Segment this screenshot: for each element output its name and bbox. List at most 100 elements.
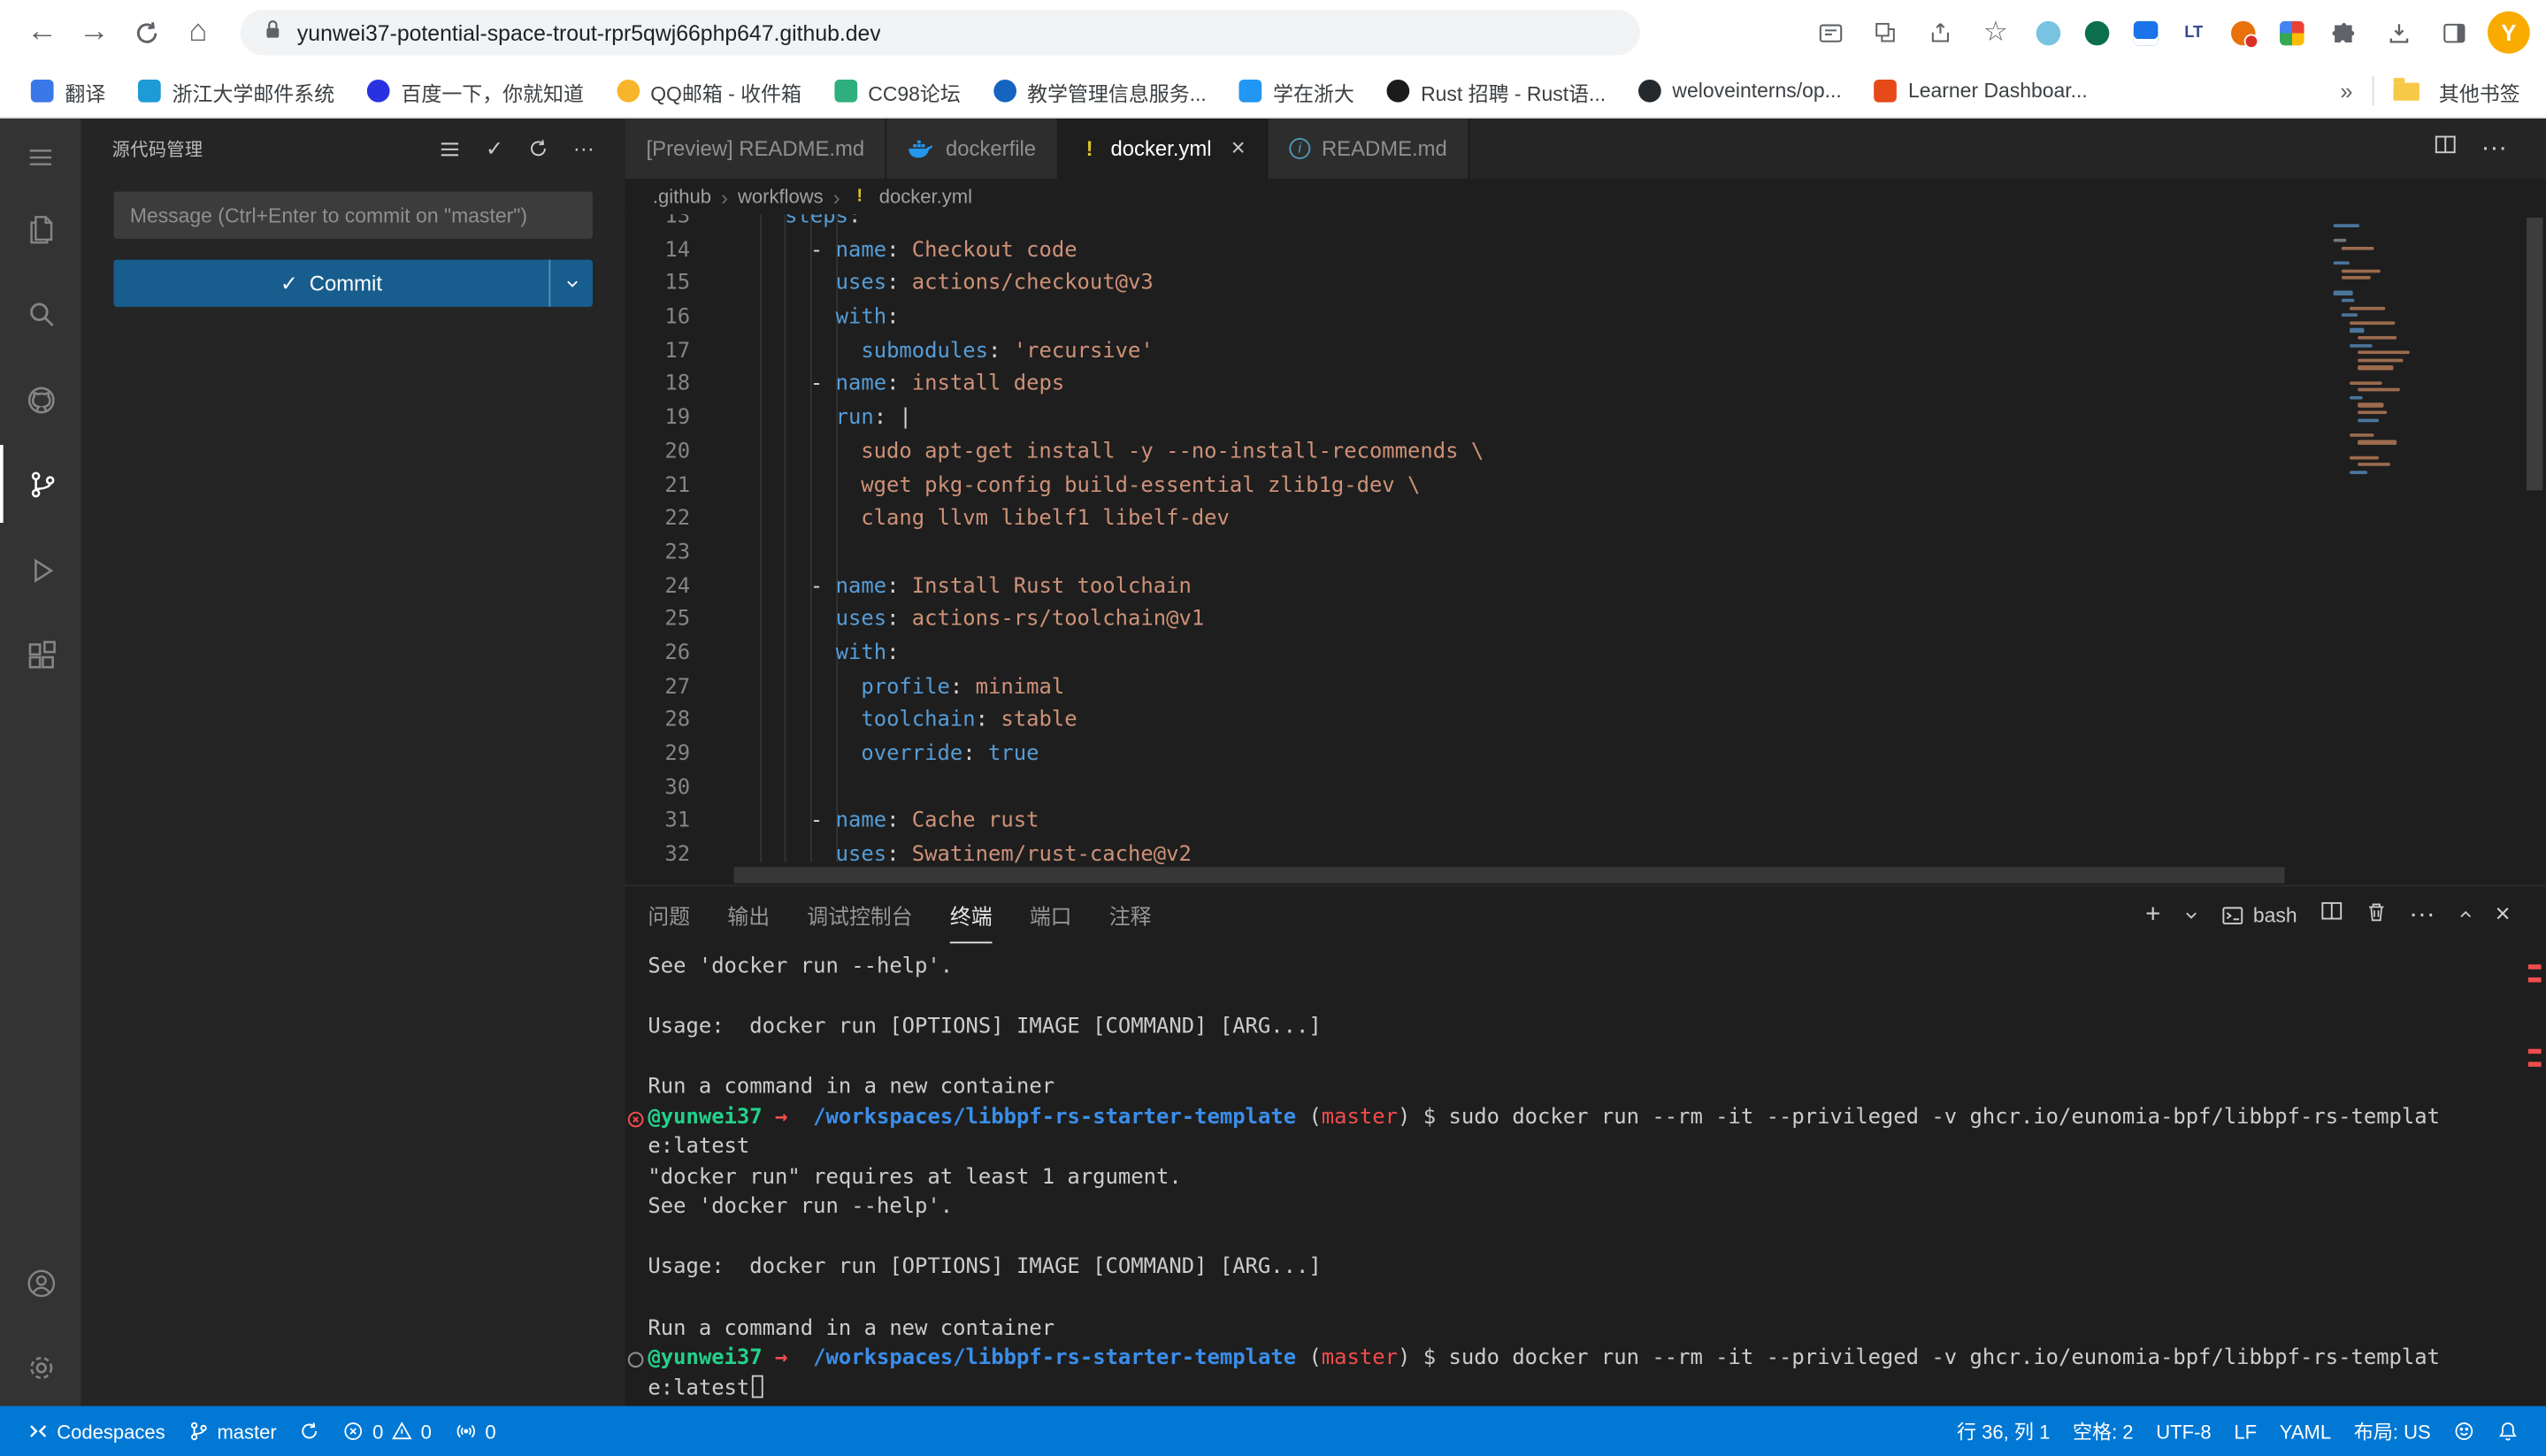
minimap[interactable] bbox=[2325, 224, 2458, 548]
breadcrumb-file[interactable]: docker.yml bbox=[879, 185, 972, 208]
bookmark-item[interactable]: Rust 招聘 - Rust语... bbox=[1372, 71, 1621, 111]
line-number: 25 bbox=[625, 604, 690, 638]
profile-avatar[interactable]: Y bbox=[2488, 11, 2530, 54]
editor-vertical-scrollbar[interactable] bbox=[2527, 218, 2542, 490]
side-panel-icon[interactable] bbox=[2433, 11, 2475, 54]
editor-more-actions[interactable]: ··· bbox=[2481, 134, 2507, 163]
remote-indicator[interactable]: Codespaces bbox=[16, 1406, 176, 1456]
terminal-tab-bash[interactable]: bash bbox=[2220, 903, 2297, 926]
editor-tab-dockerfile[interactable]: dockerfile bbox=[887, 119, 1059, 179]
cursor-position[interactable]: 行 36, 列 1 bbox=[1945, 1417, 2061, 1445]
panel-tab-debug-console[interactable]: 调试控制台 bbox=[807, 886, 912, 943]
terminal-error-mark bbox=[2528, 977, 2542, 983]
extension-icon-1[interactable] bbox=[2029, 15, 2065, 50]
breadcrumb[interactable]: .github › workflows › ! docker.yml bbox=[625, 179, 2546, 214]
other-bookmarks-label[interactable]: 其他书签 bbox=[2439, 75, 2520, 106]
bookmark-item[interactable]: 翻译 bbox=[16, 71, 120, 111]
terminal-output[interactable]: See 'docker run --help'.Usage: docker ru… bbox=[625, 943, 2546, 1406]
activitybar-explorer[interactable] bbox=[0, 190, 81, 268]
breadcrumb-item[interactable]: .github bbox=[653, 185, 711, 208]
panel-tab-comments[interactable]: 注释 bbox=[1109, 886, 1152, 943]
bookmark-item[interactable]: 百度一下，你就知道 bbox=[352, 71, 598, 111]
accounts-icon[interactable] bbox=[0, 1244, 81, 1322]
downloads-icon[interactable] bbox=[2377, 11, 2419, 54]
terminal-line: See 'docker run --help'. bbox=[648, 953, 2546, 983]
problems-indicator[interactable]: 0 0 bbox=[332, 1406, 443, 1456]
bookmark-item[interactable]: Learner Dashboar... bbox=[1860, 74, 2102, 107]
docker-file-icon bbox=[909, 138, 934, 159]
new-terminal-button[interactable]: + bbox=[2145, 902, 2160, 928]
share-icon[interactable] bbox=[1920, 11, 1962, 54]
commit-dropdown-chevron[interactable] bbox=[548, 260, 593, 307]
sync-button[interactable] bbox=[288, 1406, 333, 1456]
breadcrumb-item[interactable]: workflows bbox=[738, 185, 824, 208]
indentation-indicator[interactable]: 空格: 2 bbox=[2061, 1417, 2144, 1445]
commit-check-icon[interactable]: ✓ bbox=[486, 135, 503, 161]
address-bar[interactable]: yunwei37-potential-space-trout-rpr5qwj66… bbox=[241, 10, 1640, 55]
bookmark-favicon bbox=[138, 80, 161, 103]
bookmarks-overflow-chevron[interactable]: » bbox=[2340, 78, 2352, 103]
eol-indicator[interactable]: LF bbox=[2223, 1420, 2268, 1443]
forward-button[interactable]: → bbox=[68, 6, 120, 58]
editor-horizontal-scrollbar[interactable] bbox=[734, 867, 2285, 883]
refresh-button[interactable] bbox=[120, 6, 173, 58]
split-editor-button[interactable] bbox=[2434, 134, 2457, 165]
feedback-icon[interactable] bbox=[2442, 1421, 2487, 1442]
close-panel-button[interactable]: × bbox=[2496, 902, 2511, 928]
close-tab-icon[interactable]: × bbox=[1231, 134, 1246, 162]
panel-tab-output[interactable]: 输出 bbox=[727, 886, 770, 943]
maximize-panel-button[interactable] bbox=[2458, 900, 2473, 930]
settings-gear-icon[interactable] bbox=[0, 1328, 81, 1406]
activitybar-extensions[interactable] bbox=[0, 616, 81, 694]
back-button[interactable]: ← bbox=[16, 6, 68, 58]
line-number: 16 bbox=[625, 303, 690, 336]
editor-tab-docker.yml[interactable]: !docker.yml× bbox=[1059, 119, 1269, 179]
menu-hamburger-icon[interactable] bbox=[0, 119, 81, 196]
split-terminal-button[interactable] bbox=[2320, 900, 2343, 931]
error-icon bbox=[343, 1421, 364, 1442]
scm-sidebar: 源代码管理 ✓ ··· ✓ Commit bbox=[81, 119, 625, 1406]
notifications-bell[interactable] bbox=[2486, 1421, 2530, 1442]
extension-icon-languagetool[interactable]: LT bbox=[2176, 15, 2212, 50]
panel-tab-ports[interactable]: 端口 bbox=[1030, 886, 1072, 943]
keyboard-layout[interactable]: 布局: US bbox=[2343, 1417, 2442, 1445]
panel-more-actions[interactable]: ··· bbox=[2409, 900, 2435, 930]
terminal-shell-label: bash bbox=[2253, 903, 2297, 926]
bookmark-star-icon[interactable]: ☆ bbox=[1975, 11, 2017, 54]
commit-message-input[interactable] bbox=[113, 192, 592, 239]
editor-tab-readme.md[interactable]: iREADME.md bbox=[1268, 119, 1469, 179]
bookmark-item[interactable]: weloveinterns/op... bbox=[1623, 74, 1856, 107]
reading-list-icon[interactable] bbox=[1809, 11, 1852, 54]
bookmark-item[interactable]: QQ邮箱 - 收件箱 bbox=[602, 71, 816, 111]
branch-indicator[interactable]: master bbox=[177, 1406, 288, 1456]
extension-icon-2[interactable] bbox=[2078, 15, 2113, 50]
bookmark-item[interactable]: 浙江大学邮件系统 bbox=[124, 71, 349, 111]
bookmark-item[interactable]: 学在浙大 bbox=[1224, 71, 1369, 111]
more-actions-icon[interactable]: ··· bbox=[573, 136, 594, 161]
view-as-tree-icon[interactable] bbox=[439, 137, 462, 160]
encoding-indicator[interactable]: UTF-8 bbox=[2144, 1420, 2222, 1443]
activitybar-run-debug[interactable] bbox=[0, 531, 81, 609]
ports-indicator[interactable]: 0 bbox=[443, 1406, 508, 1456]
extensions-puzzle-icon[interactable] bbox=[2322, 11, 2365, 54]
language-mode[interactable]: YAML bbox=[2268, 1420, 2343, 1443]
home-button[interactable]: ⌂ bbox=[173, 6, 225, 58]
bookmark-item[interactable]: CC98论坛 bbox=[819, 71, 975, 111]
extension-icon-3[interactable] bbox=[2128, 15, 2163, 50]
panel-tab-problems[interactable]: 问题 bbox=[648, 886, 690, 943]
code-line: 28 toolchain: stable bbox=[625, 705, 2326, 739]
commit-button[interactable]: ✓ Commit bbox=[113, 260, 592, 307]
bookmark-item[interactable]: 教学管理信息服务... bbox=[978, 71, 1221, 111]
activitybar-search[interactable] bbox=[0, 274, 81, 352]
refresh-icon[interactable] bbox=[528, 138, 549, 159]
activitybar-github[interactable] bbox=[0, 360, 81, 438]
extension-icon-5[interactable] bbox=[2225, 15, 2260, 50]
panel-tab-terminal[interactable]: 终端 bbox=[950, 886, 993, 943]
kill-terminal-button[interactable] bbox=[2366, 900, 2387, 930]
code-editor[interactable]: 13 steps:14 - name: Checkout code15 uses… bbox=[625, 214, 2546, 885]
open-in-window-icon[interactable] bbox=[1864, 11, 1906, 54]
activitybar-source-control[interactable] bbox=[0, 445, 81, 523]
extension-icon-6[interactable] bbox=[2274, 15, 2309, 50]
terminal-profile-chevron[interactable] bbox=[2183, 900, 2198, 930]
editor-tab--preview-readme.md[interactable]: [Preview] README.md bbox=[625, 119, 887, 179]
